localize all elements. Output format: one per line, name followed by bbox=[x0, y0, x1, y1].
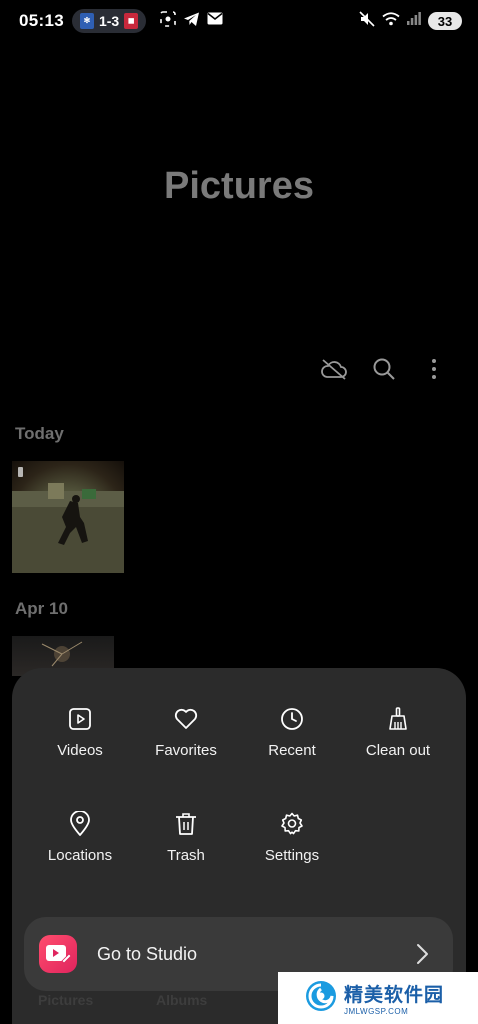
gear-icon bbox=[279, 811, 305, 837]
wifi-icon bbox=[382, 11, 400, 31]
menu-item-recent[interactable]: Recent bbox=[239, 706, 345, 759]
team-logo-icon: ◼ bbox=[124, 13, 139, 29]
photo-thumbnail[interactable] bbox=[12, 461, 124, 573]
menu-item-trash[interactable]: Trash bbox=[133, 811, 239, 864]
swirl-logo-icon bbox=[304, 979, 338, 1018]
watermark-logo: 精美软件园 JMLWGSP.COM bbox=[278, 972, 478, 1024]
menu-item-label: Settings bbox=[264, 847, 320, 864]
tab-pictures[interactable]: Pictures bbox=[38, 992, 93, 1008]
search-icon[interactable] bbox=[370, 352, 398, 386]
menu-item-label: Videos bbox=[57, 742, 103, 759]
menu-item-label: Locations bbox=[47, 847, 113, 864]
team-logo-icon: ✻ bbox=[79, 13, 94, 29]
live-score-pill[interactable]: ✻ 1-3 ◼ bbox=[71, 9, 147, 33]
menu-item-label: Clean out bbox=[365, 742, 431, 759]
menu-item-label: Trash bbox=[167, 847, 205, 864]
studio-app-icon bbox=[39, 935, 77, 973]
mute-icon bbox=[359, 10, 375, 32]
section-header-today: Today bbox=[15, 424, 64, 443]
menu-item-settings[interactable]: Settings bbox=[239, 811, 345, 864]
battery-indicator: 33 bbox=[428, 12, 462, 30]
tab-albums[interactable]: Albums bbox=[156, 992, 207, 1008]
heart-icon bbox=[173, 706, 199, 732]
status-bar: 05:13 ✻ 1-3 ◼ 33 bbox=[0, 0, 478, 42]
clock-icon bbox=[279, 706, 305, 732]
screenshot-icon bbox=[160, 10, 177, 32]
cloud-off-icon[interactable] bbox=[320, 352, 348, 386]
trash-icon bbox=[173, 811, 199, 837]
more-vertical-icon[interactable] bbox=[420, 352, 448, 386]
score-text: 1-3 bbox=[98, 13, 120, 29]
menu-item-locations[interactable]: Locations bbox=[27, 811, 133, 864]
watermark-text: 精美软件园 bbox=[344, 985, 445, 1006]
location-pin-icon bbox=[67, 811, 93, 837]
menu-item-clean-out[interactable]: Clean out bbox=[345, 706, 451, 759]
signal-icon bbox=[407, 12, 421, 30]
menu-item-favorites[interactable]: Favorites bbox=[133, 706, 239, 759]
menu-item-label: Recent bbox=[268, 742, 316, 759]
page-title: Pictures bbox=[164, 165, 314, 207]
broom-icon bbox=[385, 706, 411, 732]
chevron-right-icon bbox=[415, 942, 431, 966]
watermark-subtext: JMLWGSP.COM bbox=[344, 1007, 409, 1016]
telegram-icon bbox=[183, 11, 200, 32]
mail-icon bbox=[207, 12, 223, 30]
header-toolbar bbox=[320, 352, 448, 386]
menu-item-videos[interactable]: Videos bbox=[27, 706, 133, 759]
video-icon bbox=[67, 706, 93, 732]
status-time: 05:13 bbox=[19, 11, 64, 30]
studio-label: Go to Studio bbox=[97, 943, 198, 964]
section-header-apr10: Apr 10 bbox=[15, 599, 68, 618]
menu-item-label: Favorites bbox=[155, 742, 217, 759]
